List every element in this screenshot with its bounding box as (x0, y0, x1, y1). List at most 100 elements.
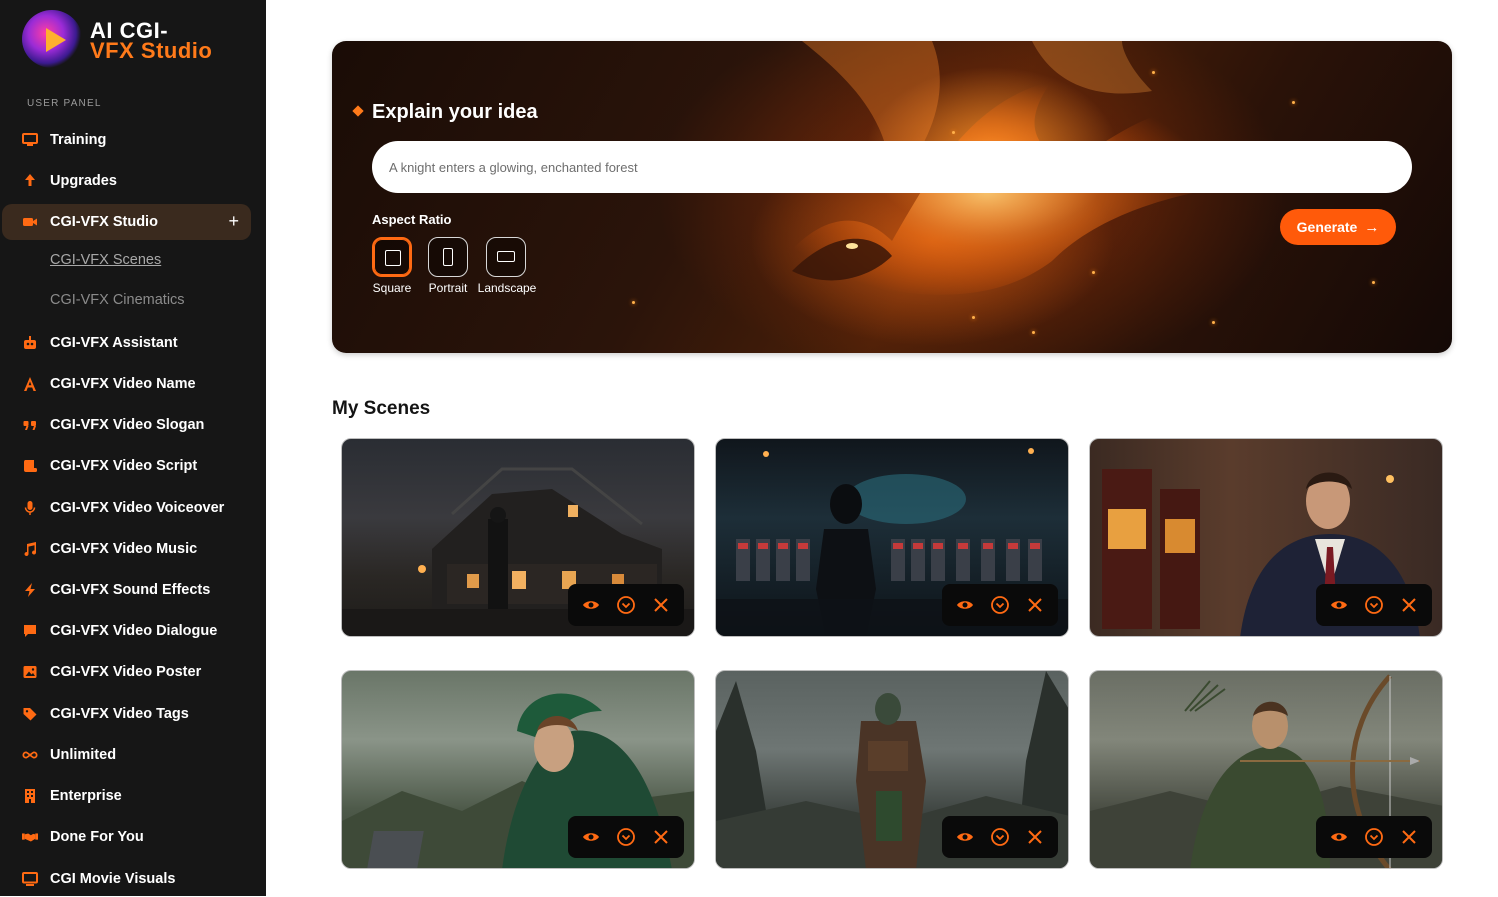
script-icon (22, 458, 38, 474)
download-icon[interactable] (1362, 825, 1386, 849)
arrow-right-icon: → (1364, 218, 1380, 236)
play-icon (46, 28, 66, 52)
chat-bubble-icon (22, 623, 38, 639)
scene-card[interactable] (715, 670, 1069, 869)
download-icon[interactable] (614, 825, 638, 849)
tag-icon (22, 706, 38, 722)
building-icon (22, 788, 38, 804)
scene-card[interactable] (341, 670, 695, 869)
sidebar-item-label: Upgrades (50, 173, 117, 189)
sidebar-item-label: CGI-VFX Video Voiceover (50, 500, 225, 516)
download-icon[interactable] (988, 825, 1012, 849)
sidebar-item-video-tags[interactable]: CGI-VFX Video Tags (2, 696, 251, 732)
idea-input[interactable] (372, 141, 1412, 193)
monitor-icon (22, 871, 38, 887)
infinity-icon (22, 747, 38, 763)
aspect-landscape-button[interactable] (486, 237, 526, 277)
aspect-square-label: Square (372, 281, 412, 295)
square-shape-icon (385, 250, 401, 266)
view-eye-icon[interactable] (1327, 593, 1351, 617)
expand-plus-icon[interactable]: + (228, 211, 239, 232)
delete-close-icon[interactable] (649, 825, 673, 849)
card-action-bar (1316, 584, 1432, 626)
sidebar-item-label: CGI-VFX Video Slogan (50, 417, 205, 433)
sidebar-item-label: Done For You (50, 829, 144, 845)
portrait-shape-icon (443, 248, 453, 266)
download-icon[interactable] (1362, 593, 1386, 617)
training-icon (22, 132, 38, 148)
sidebar-item-video-slogan[interactable]: CGI-VFX Video Slogan (2, 407, 251, 443)
sidebar-item-video-poster[interactable]: CGI-VFX Video Poster (2, 654, 251, 690)
card-action-bar (942, 816, 1058, 858)
sidebar: AI CGI- VFX Studio USER PANEL Training U… (0, 0, 266, 896)
sidebar-item-video-dialogue[interactable]: CGI-VFX Video Dialogue (2, 613, 251, 649)
sidebar-item-video-voiceover[interactable]: CGI-VFX Video Voiceover (2, 490, 251, 526)
sidebar-item-video-music[interactable]: CGI-VFX Video Music (2, 531, 251, 567)
sidebar-item-label: Training (50, 132, 107, 148)
sidebar-item-movie-visuals[interactable]: CGI Movie Visuals (2, 861, 251, 897)
sidebar-item-label: CGI-VFX Sound Effects (50, 582, 211, 598)
sidebar-subitem-cinematics[interactable]: CGI-VFX Cinematics (50, 292, 185, 308)
upgrade-arrow-icon (22, 173, 38, 189)
delete-close-icon[interactable] (1397, 825, 1421, 849)
delete-close-icon[interactable] (1397, 593, 1421, 617)
handshake-icon (22, 829, 38, 845)
sidebar-item-label: CGI-VFX Studio (50, 214, 158, 230)
music-note-icon (22, 541, 38, 557)
brand-logo[interactable]: AI CGI- VFX Studio (22, 10, 232, 70)
sidebar-item-assistant[interactable]: CGI-VFX Assistant (2, 325, 251, 361)
delete-close-icon[interactable] (1023, 825, 1047, 849)
idea-title: Explain your idea (372, 101, 538, 123)
aspect-portrait-button[interactable] (428, 237, 468, 277)
view-eye-icon[interactable] (579, 593, 603, 617)
delete-close-icon[interactable] (1023, 593, 1047, 617)
sidebar-subitem-scenes[interactable]: CGI-VFX Scenes (50, 252, 161, 268)
sidebar-item-video-script[interactable]: CGI-VFX Video Script (2, 448, 251, 484)
aspect-square-button[interactable] (372, 237, 412, 277)
sidebar-item-upgrades[interactable]: Upgrades (2, 163, 251, 199)
download-icon[interactable] (988, 593, 1012, 617)
sidebar-item-label: CGI-VFX Assistant (50, 335, 178, 351)
sidebar-item-enterprise[interactable]: Enterprise (2, 778, 251, 814)
scene-card[interactable] (341, 438, 695, 637)
view-eye-icon[interactable] (953, 825, 977, 849)
sidebar-item-unlimited[interactable]: Unlimited (2, 737, 251, 773)
sidebar-item-video-name[interactable]: CGI-VFX Video Name (2, 366, 251, 402)
sidebar-item-done-for-you[interactable]: Done For You (2, 819, 251, 855)
scene-card[interactable] (715, 438, 1069, 637)
video-camera-icon (22, 214, 38, 230)
lightning-icon (22, 582, 38, 598)
brand-line-2: VFX Studio (90, 38, 213, 63)
quote-icon (22, 417, 38, 433)
card-action-bar (1316, 816, 1432, 858)
card-action-bar (942, 584, 1058, 626)
sidebar-item-label: CGI-VFX Video Dialogue (50, 623, 218, 639)
sidebar-item-label: CGI-VFX Video Name (50, 376, 196, 392)
scene-card[interactable] (1089, 670, 1443, 869)
sidebar-item-sound-effects[interactable]: CGI-VFX Sound Effects (2, 572, 251, 608)
letter-a-icon (22, 376, 38, 392)
card-action-bar (568, 816, 684, 858)
sidebar-item-training[interactable]: Training (2, 122, 251, 158)
download-icon[interactable] (614, 593, 638, 617)
view-eye-icon[interactable] (953, 593, 977, 617)
idea-hero-panel: Explain your idea Aspect Ratio Square Po… (332, 41, 1452, 353)
sidebar-item-label: Enterprise (50, 788, 122, 804)
aspect-ratio-label: Aspect Ratio (372, 212, 452, 227)
sidebar-item-label: CGI-VFX Video Music (50, 541, 198, 557)
image-icon (22, 664, 38, 680)
scene-card[interactable] (1089, 438, 1443, 637)
generate-button[interactable]: Generate → (1280, 209, 1396, 245)
my-scenes-title: My Scenes (332, 398, 431, 419)
section-label: USER PANEL (27, 98, 102, 109)
delete-close-icon[interactable] (649, 593, 673, 617)
sidebar-item-label: CGI-VFX Video Script (50, 458, 198, 474)
sidebar-item-cgi-vfx-studio[interactable]: CGI-VFX Studio + (2, 204, 251, 240)
card-action-bar (568, 584, 684, 626)
landscape-shape-icon (497, 251, 515, 262)
aspect-portrait-label: Portrait (428, 281, 468, 295)
view-eye-icon[interactable] (579, 825, 603, 849)
view-eye-icon[interactable] (1327, 825, 1351, 849)
sidebar-item-label: CGI Movie Visuals (50, 871, 176, 887)
sidebar-item-label: Unlimited (50, 747, 117, 763)
